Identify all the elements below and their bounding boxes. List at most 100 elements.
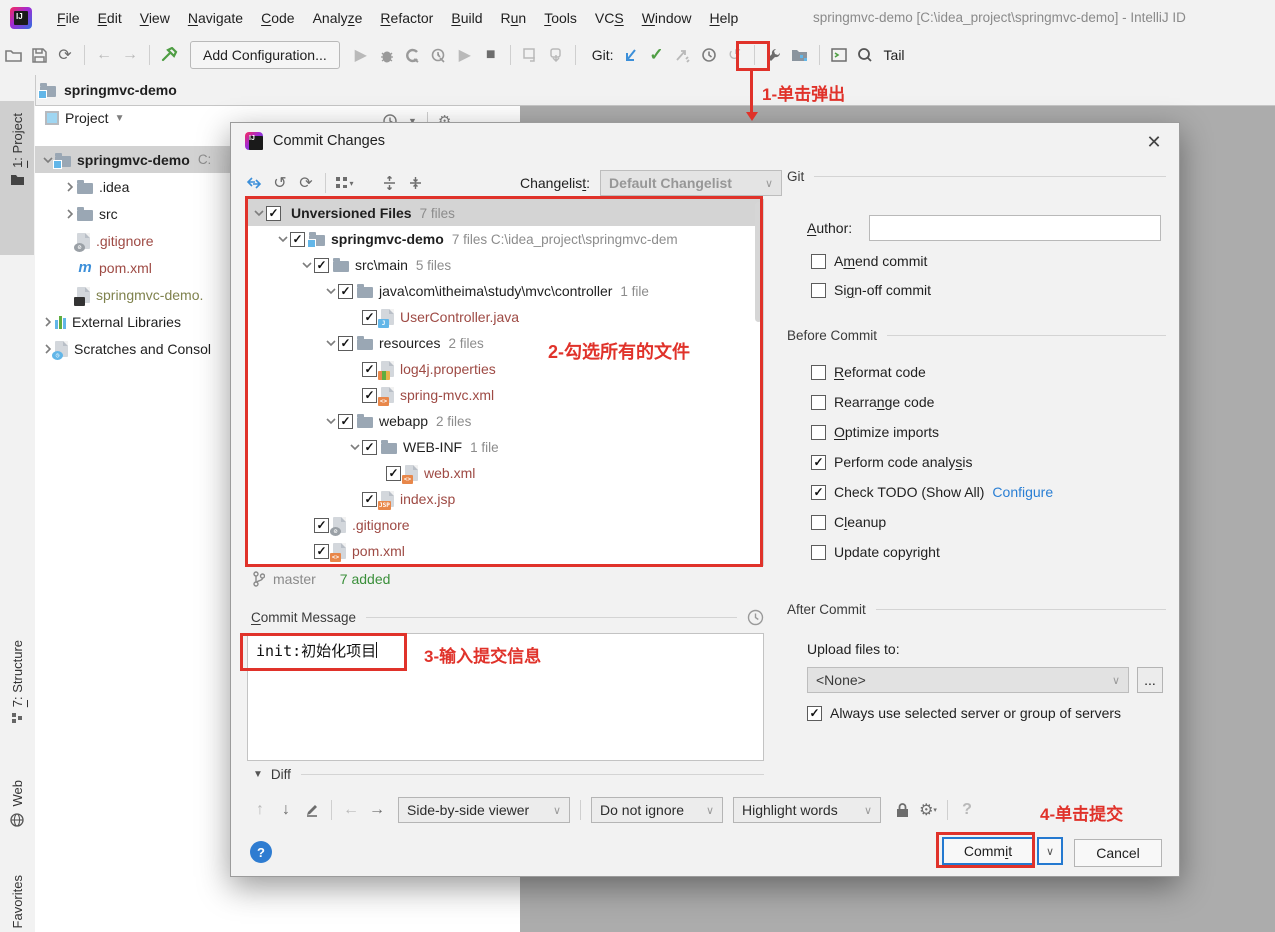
commit-tree-item-web-inf[interactable]: ✓ WEB-INF 1 file xyxy=(248,434,763,460)
profiler-icon[interactable] xyxy=(426,42,452,68)
before-commit-option-rearrange-code[interactable]: Rearrange code xyxy=(811,394,934,410)
signoff-commit-option[interactable]: Sign-off commit xyxy=(811,282,931,298)
sidebar-item-project[interactable]: 1: Project xyxy=(0,101,34,255)
checkbox-unchecked[interactable] xyxy=(811,282,826,298)
commit-button[interactable]: Comm i t xyxy=(942,837,1034,865)
amend-commit-option[interactable]: Amend commit xyxy=(811,253,927,269)
menu-build[interactable]: Build xyxy=(442,7,491,29)
help-icon[interactable]: ? xyxy=(954,797,980,823)
next-file-icon[interactable]: → xyxy=(364,797,390,823)
chevron-down-icon[interactable] xyxy=(300,259,314,271)
checkbox-checked[interactable]: ✓ xyxy=(314,257,329,273)
chevron-right-icon[interactable] xyxy=(63,181,77,193)
ignore-dropdown[interactable]: Do not ignore ∨ xyxy=(591,797,723,823)
menu-run[interactable]: Run xyxy=(492,7,536,29)
commit-tree-item-webapp[interactable]: ✓ webapp 2 files xyxy=(248,408,763,434)
wrench-icon[interactable] xyxy=(761,42,787,68)
checkbox-checked[interactable]: ✓ xyxy=(362,439,377,455)
checkbox-checked[interactable]: ✓ xyxy=(314,517,329,533)
checkbox-checked[interactable]: ✓ xyxy=(362,491,377,507)
menu-vcs[interactable]: VCS xyxy=(586,7,633,29)
before-commit-option-reformat-code[interactable]: Reformat code xyxy=(811,364,926,380)
lock-icon[interactable] xyxy=(889,797,915,823)
sidebar-item-favorites[interactable]: Favorites xyxy=(0,875,34,932)
debug-icon[interactable] xyxy=(374,42,400,68)
checkbox-unchecked[interactable] xyxy=(811,394,826,410)
commit-tree-item-pom-xml[interactable]: ✓ <> pom.xml xyxy=(248,538,763,564)
always-use-server-option[interactable]: ✓ Always use selected server or group of … xyxy=(807,705,1121,721)
git-push-icon[interactable] xyxy=(670,42,696,68)
history-icon[interactable] xyxy=(696,42,722,68)
edit-pencil-icon[interactable] xyxy=(299,797,325,823)
highlight-dropdown[interactable]: Highlight words ∨ xyxy=(733,797,881,823)
menu-window[interactable]: Window xyxy=(633,7,701,29)
commit-tree-item-web-xml[interactable]: ✓ <> web.xml xyxy=(248,460,763,486)
checkbox-checked[interactable]: ✓ xyxy=(362,309,377,325)
before-commit-option-cleanup[interactable]: Cleanup xyxy=(811,514,886,530)
commit-tree-item-unversioned-files[interactable]: ✓ Unversioned Files 7 files xyxy=(248,200,763,226)
project-view-selector[interactable]: Project ▼ xyxy=(45,110,124,126)
commit-tree-item-index-jsp[interactable]: ✓ JSP index.jsp xyxy=(248,486,763,512)
changelist-dropdown[interactable]: Default Changelist ∨ xyxy=(600,170,783,196)
sidebar-item-structure[interactable]: 7: Structure xyxy=(0,640,34,760)
download-sources-icon[interactable] xyxy=(543,42,569,68)
configure-link[interactable]: Configure xyxy=(992,484,1053,500)
run-with-cursor-icon[interactable]: ▶ xyxy=(452,42,478,68)
chevron-down-icon[interactable] xyxy=(324,337,338,349)
checkbox-checked[interactable]: ✓ xyxy=(314,543,329,559)
checkbox-unchecked[interactable] xyxy=(811,253,826,269)
checkbox-unchecked[interactable] xyxy=(811,514,826,530)
menu-help[interactable]: Help xyxy=(701,7,748,29)
checkbox-checked[interactable]: ✓ xyxy=(362,387,377,403)
stop-icon[interactable]: ■ xyxy=(478,42,504,68)
commit-tree-item-usercontroller-java[interactable]: ✓ J UserController.java xyxy=(248,304,763,330)
menu-refactor[interactable]: Refactor xyxy=(371,7,442,29)
chevron-right-icon[interactable] xyxy=(63,208,77,220)
save-icon[interactable] xyxy=(26,42,52,68)
help-button[interactable]: ? xyxy=(250,841,272,863)
chevron-right-icon[interactable] xyxy=(41,316,55,328)
close-icon[interactable]: ✕ xyxy=(1143,131,1165,153)
before-commit-option-check-todo-show-all-[interactable]: ✓ Check TODO (Show All) Configure xyxy=(811,484,1053,500)
previous-difference-icon[interactable]: ↑ xyxy=(247,797,273,823)
attach-window-icon[interactable] xyxy=(517,42,543,68)
checkbox-checked[interactable]: ✓ xyxy=(266,205,281,221)
next-difference-icon[interactable]: ↓ xyxy=(273,797,299,823)
checkbox-unchecked[interactable] xyxy=(811,364,826,380)
sidebar-item-web[interactable]: Web xyxy=(0,780,34,850)
checkbox-checked[interactable]: ✓ xyxy=(811,454,826,470)
upload-server-dropdown[interactable]: <None> ∨ xyxy=(807,667,1129,693)
chevron-down-icon[interactable] xyxy=(324,285,338,297)
checkbox-checked[interactable]: ✓ xyxy=(338,283,353,299)
checkbox-checked[interactable]: ✓ xyxy=(811,484,826,500)
chevron-down-icon[interactable] xyxy=(252,207,266,219)
browse-servers-button[interactable]: ... xyxy=(1137,667,1163,693)
commit-tree-item-src-main[interactable]: ✓ src\main 5 files xyxy=(248,252,763,278)
refresh-icon[interactable]: ⟳ xyxy=(293,170,319,196)
chevron-down-icon[interactable] xyxy=(324,415,338,427)
group-by-icon[interactable]: ▾ xyxy=(332,170,358,196)
checkbox-checked[interactable]: ✓ xyxy=(290,231,305,247)
menu-view[interactable]: View xyxy=(131,7,179,29)
previous-file-icon[interactable]: ← xyxy=(338,797,364,823)
checkbox-checked[interactable]: ✓ xyxy=(807,705,822,721)
checkbox-unchecked[interactable] xyxy=(811,544,826,560)
terminal-icon[interactable] xyxy=(826,42,852,68)
collapse-all-icon[interactable] xyxy=(402,170,428,196)
message-history-icon[interactable] xyxy=(747,609,764,626)
run-icon[interactable]: ▶ xyxy=(348,42,374,68)
rollback-icon[interactable]: ↺ xyxy=(722,42,748,68)
commit-tree-item--gitignore[interactable]: ✓ ⊘ .gitignore xyxy=(248,512,763,538)
cancel-button[interactable]: Cancel xyxy=(1074,839,1162,867)
commit-tree-item-springmvc-demo[interactable]: ✓ springmvc-demo 7 files C:\idea_project\s… xyxy=(248,226,763,252)
chevron-down-icon[interactable] xyxy=(276,233,290,245)
project-structure-icon[interactable] xyxy=(787,42,813,68)
before-commit-option-update-copyright[interactable]: Update copyright xyxy=(811,544,940,560)
before-commit-option-optimize-imports[interactable]: Optimize imports xyxy=(811,424,939,440)
menu-file[interactable]: File xyxy=(48,7,89,29)
menu-analyze[interactable]: Analyze xyxy=(304,7,372,29)
menu-navigate[interactable]: Navigate xyxy=(179,7,252,29)
menu-edit[interactable]: Edit xyxy=(89,7,131,29)
build-hammer-icon[interactable] xyxy=(156,42,182,68)
commit-tree-item-java-com-itheima-study-mvc-controller[interactable]: ✓ java\com\itheima\study\mvc\controller 1 … xyxy=(248,278,763,304)
